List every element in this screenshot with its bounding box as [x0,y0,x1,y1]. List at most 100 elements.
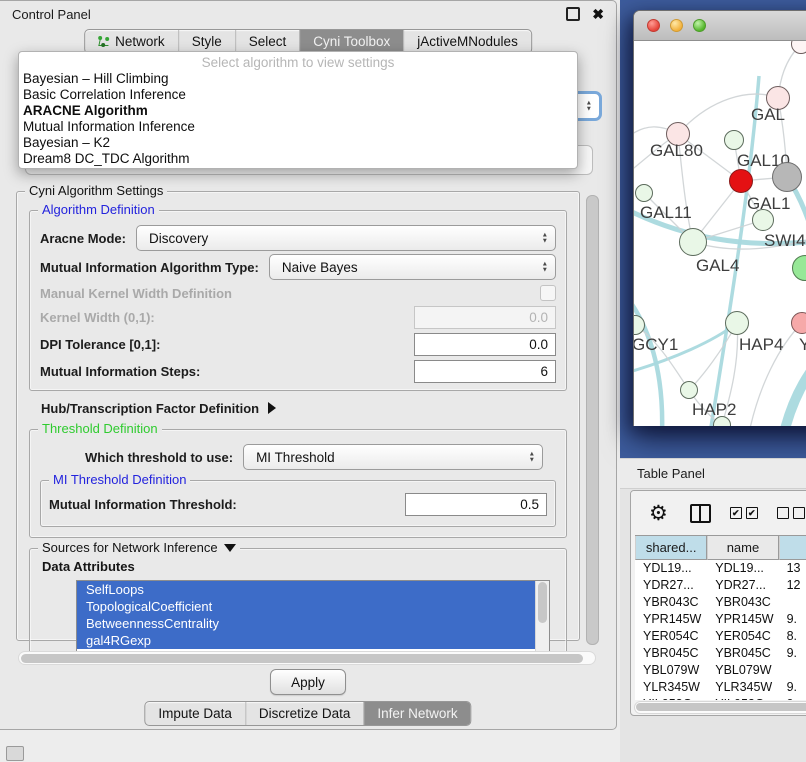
control-panel-window: Control Panel ✖ Network Style Select Cyni T… [0,0,617,730]
select-all-columns-icon[interactable]: ✔✔ [730,507,758,519]
algorithm-option-mutual-information-inference[interactable]: Mutual Information Inference [19,119,577,135]
table-cell: 9 [779,696,806,700]
manual-kernel-width-checkbox[interactable] [540,285,556,301]
which-threshold-combobox[interactable]: MI Threshold ▲▼ [243,444,543,470]
horizontal-scrollbar[interactable] [18,651,596,665]
network-node-hap4[interactable] [725,311,749,335]
bottom-tab-label: Impute Data [158,706,232,721]
algorithm-option-dream8-dc-tdc-algorithm[interactable]: Dream8 DC_TDC Algorithm [19,151,577,167]
tab-label: Select [249,34,287,49]
table-row[interactable]: YBR043CYBR043C [635,594,806,611]
algorithm-option-bayesian-hill-climbing[interactable]: Bayesian – Hill Climbing [19,71,577,87]
network-canvas[interactable]: GALGAL80GAL10GAL1GAL11SWI4GAL4GCY1HAP4YH… [634,41,806,426]
close-icon[interactable]: ✖ [592,9,604,19]
which-threshold-label: Which threshold to use: [85,450,233,465]
bottom-tab-discretize-data[interactable]: Discretize Data [245,702,364,725]
close-window-icon[interactable] [647,19,660,32]
table-horizontal-scrollbar[interactable] [634,701,806,714]
kernel-width-field[interactable]: 0.0 [414,306,556,329]
table-cell: 12 [779,577,806,594]
mi-algorithm-type-combobox[interactable]: Naive Bayes ▲▼ [269,254,556,280]
tab-network[interactable]: Network [85,30,178,53]
tab-label: Style [192,34,222,49]
control-panel-titlebar: Control Panel ✖ [0,1,616,27]
table-row[interactable]: YIL052CYIL052C9 [635,696,806,700]
data-attributes-list[interactable]: SelfLoopsTopologicalCoefficientBetweenne… [76,580,550,652]
tab-cyni-toolbox[interactable]: Cyni Toolbox [299,30,403,53]
mi-threshold-field[interactable]: 0.5 [405,493,547,516]
column-header-name[interactable]: name [707,536,778,560]
mi-steps-field[interactable]: 6 [414,360,556,383]
network-window-titlebar [634,11,806,41]
table-rows: YDL19...YDL19...13YDR27...YDR27...12YBR0… [635,560,806,700]
table-row[interactable]: YDR27...YDR27...12 [635,577,806,594]
bottom-tab-infer-network[interactable]: Infer Network [363,702,470,725]
table-cell: YDR27... [635,577,707,594]
list-scrollbar[interactable] [535,581,549,651]
dpi-tolerance-row: DPI Tolerance [0,1]: 0.0 [40,332,556,357]
threshold-definition-group: Threshold Definition Which threshold to … [29,429,567,538]
aracne-mode-value: Discovery [149,231,208,246]
float-window-icon[interactable] [566,7,580,21]
algorithm-option-aracne-algorithm[interactable]: ARACNE Algorithm [19,103,577,119]
zoom-window-icon[interactable] [693,19,706,32]
sources-title[interactable]: Sources for Network Inference [38,540,240,555]
network-node[interactable] [772,162,802,192]
network-node-gal10[interactable] [724,130,744,150]
bottom-tab-impute-data[interactable]: Impute Data [145,702,245,725]
aracne-mode-label: Aracne Mode: [40,231,126,246]
table-row[interactable]: YPR145WYPR145W9. [635,611,806,628]
deselect-all-columns-icon[interactable] [777,507,805,519]
table-row[interactable]: YER054CYER054C8. [635,628,806,645]
mi-threshold-definition-group: MI Threshold Definition Mutual Informati… [40,480,556,527]
table-cell: YBL079W [707,662,778,679]
table-cell [779,594,806,611]
mi-threshold-row: Mutual Information Threshold: 0.5 [49,493,547,516]
table-cell: YIL052C [707,696,778,700]
data-attribute-topologicalcoefficient[interactable]: TopologicalCoefficient [77,598,549,615]
tab-style[interactable]: Style [178,30,235,53]
table-row[interactable]: YBL079WYBL079W [635,662,806,679]
gear-icon[interactable]: ⚙ [649,503,668,524]
tab-select[interactable]: Select [235,30,300,53]
data-attribute-selfloops[interactable]: SelfLoops [77,581,549,598]
dpi-tolerance-label: DPI Tolerance [0,1]: [40,337,160,352]
algorithm-option-basic-correlation-inference[interactable]: Basic Correlation Inference [19,87,577,103]
network-node-gal1[interactable] [729,169,753,193]
cyni-settings-title: Cyni Algorithm Settings [25,183,167,198]
table-cell: YBR043C [635,594,707,611]
table-row[interactable]: YLR345WYLR345W9. [635,679,806,696]
network-node-gal11[interactable] [635,184,653,202]
table-toolbar: ⚙ ✔✔ [631,491,806,535]
node-table: shared...name YDL19...YDL19...13YDR27...… [635,535,806,700]
data-attribute-betweennesscentrality[interactable]: BetweennessCentrality [77,615,549,632]
vertical-scrollbar[interactable] [586,195,599,645]
table-panel-titlebar: Table Panel [620,458,806,489]
hidden-panel-icon[interactable] [6,746,24,761]
aracne-mode-combobox[interactable]: Discovery ▲▼ [136,225,556,251]
split-view-icon[interactable] [690,504,711,523]
minimize-window-icon[interactable] [670,19,683,32]
column-header-shared[interactable]: shared... [635,536,707,560]
algorithm-option-bayesian-k2[interactable]: Bayesian – K2 [19,135,577,151]
data-attribute-gal4rgexp[interactable]: gal4RGexp [77,632,549,649]
dropdown-placeholder: Select algorithm to view settings [19,54,577,71]
mi-steps-label: Mutual Information Steps: [40,364,200,379]
kernel-width-row: Kernel Width (0,1): 0.0 [40,305,556,330]
network-node-swi4[interactable] [752,209,774,231]
node-label-hap2: HAP2 [692,400,736,420]
node-label-gcy1: GCY1 [634,335,678,355]
table-row[interactable]: YBR045CYBR045C9. [635,645,806,662]
mi-threshold-definition-title: MI Threshold Definition [49,472,190,487]
tab-jactivemnodules[interactable]: jActiveMNodules [403,30,531,53]
dpi-tolerance-field[interactable]: 0.0 [414,333,556,356]
network-node-gal4[interactable] [679,228,707,256]
apply-button[interactable]: Apply [270,669,346,695]
table-cell: 9. [779,645,806,662]
panel-title: Control Panel [12,7,566,22]
column-header-2[interactable] [779,536,806,560]
hub-transcription-factor-expander[interactable]: Hub/Transcription Factor Definition [41,399,567,417]
network-node-hap2[interactable] [680,381,698,399]
table-row[interactable]: YDL19...YDL19...13 [635,560,806,577]
network-node-y[interactable] [791,312,806,334]
